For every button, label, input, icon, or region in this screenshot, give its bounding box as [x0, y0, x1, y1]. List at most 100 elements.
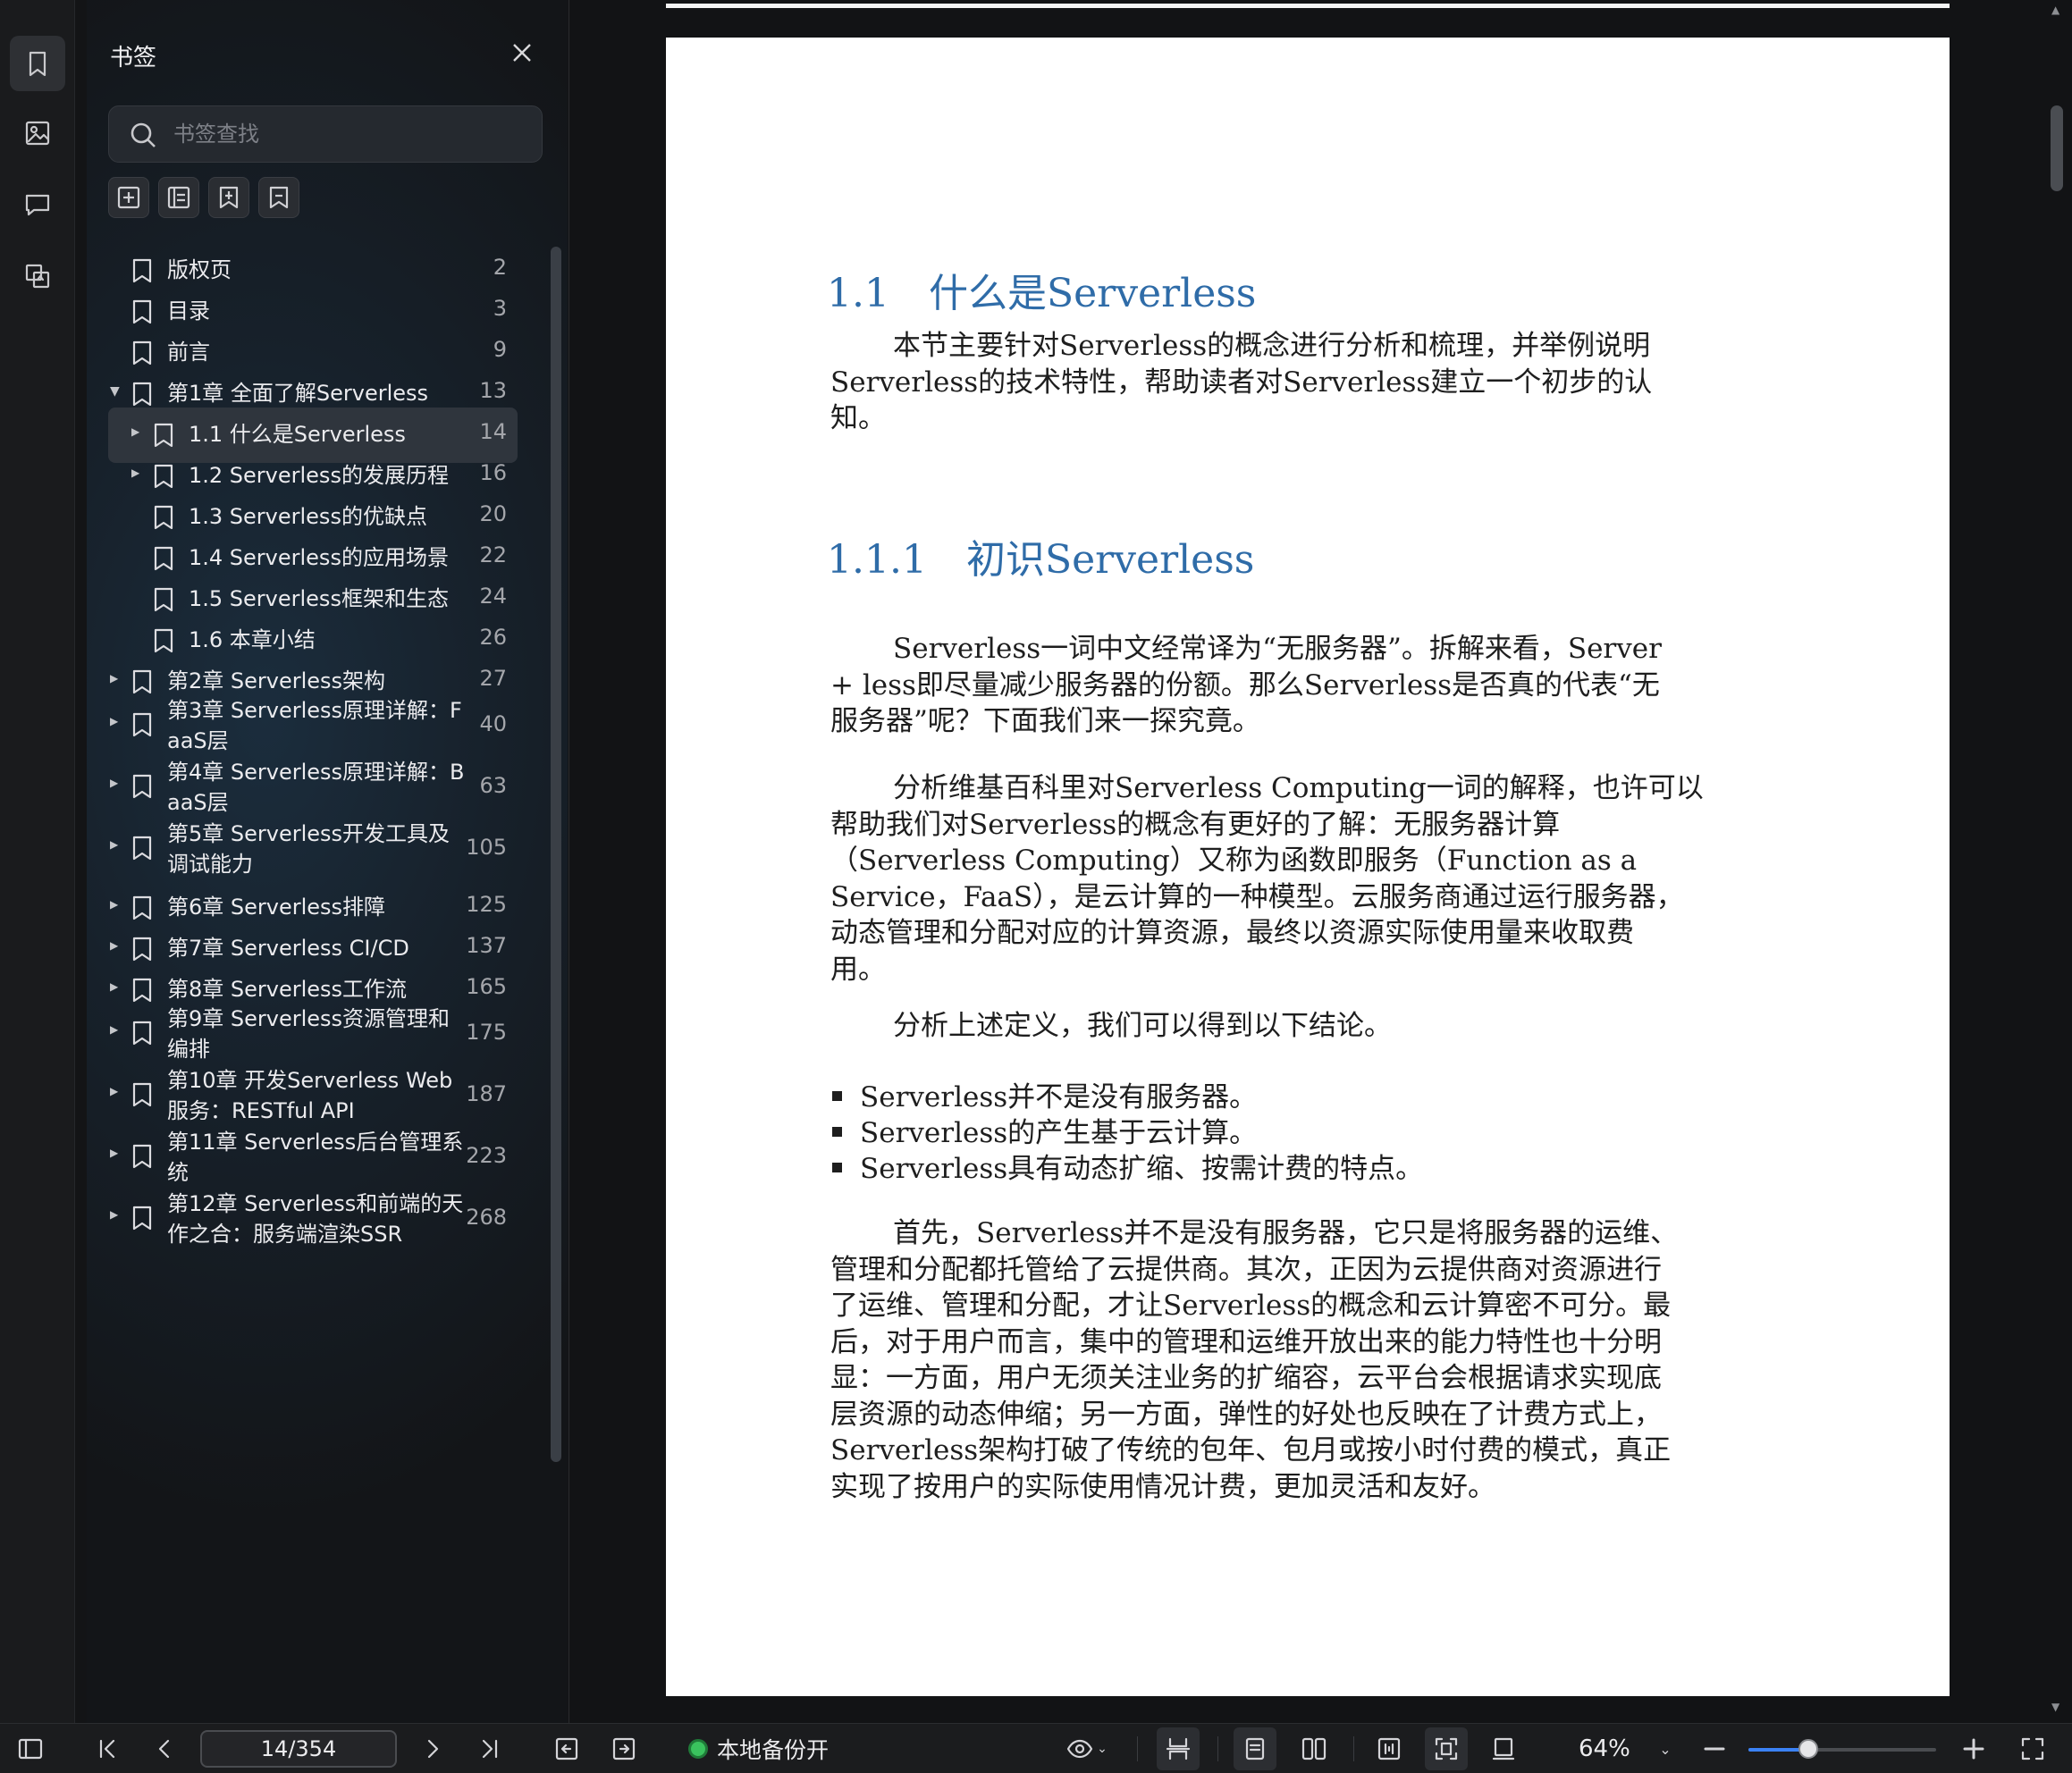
thumbnail-panel-button[interactable]: [10, 105, 65, 161]
bookmark-remove-button[interactable]: [258, 177, 299, 218]
bookmark-label: 1.6 本章小结: [189, 627, 316, 652]
expand-caret-icon[interactable]: ▶: [110, 715, 118, 727]
minus-icon: [1704, 1747, 1725, 1751]
bookmark-page-number: 3: [493, 296, 507, 321]
bookmark-remove-icon: [269, 186, 289, 209]
page-number-input[interactable]: [200, 1730, 397, 1768]
bookmark-panel-button[interactable]: [10, 36, 65, 91]
single-page-icon: [1245, 1737, 1265, 1760]
bookmark-item[interactable]: ▶ 第4章 Serverless原理详解：B aaS层 63: [108, 757, 518, 816]
double-page-icon: [1301, 1737, 1327, 1760]
fullscreen-button[interactable]: [2015, 1724, 2051, 1773]
first-page-icon: [99, 1739, 115, 1759]
expand-caret-icon[interactable]: ▶: [110, 777, 118, 789]
bookmark-search: [108, 105, 543, 163]
expand-caret-icon[interactable]: ▶: [131, 466, 139, 479]
bookmark-import-icon: [219, 186, 239, 209]
continuous-scroll-icon: [1166, 1737, 1191, 1760]
bookmark-search-input[interactable]: [173, 106, 531, 162]
last-page-button[interactable]: [472, 1724, 508, 1773]
continuous-scroll-button[interactable]: [1157, 1727, 1200, 1770]
actual-size-button[interactable]: [1482, 1724, 1525, 1773]
chevron-down-icon: ⌄: [1097, 1742, 1108, 1756]
navigate-forward-button[interactable]: [606, 1724, 642, 1773]
bookmark-item[interactable]: ▶ 第5章 Serverless开发工具及 调试能力 105: [108, 819, 518, 878]
local-backup-status[interactable]: 本地备份开: [688, 1724, 829, 1773]
list-item: Serverless并不是没有服务器。: [832, 1080, 1257, 1116]
add-child-bookmark-button[interactable]: [158, 177, 199, 218]
scroll-down-arrow[interactable]: ▼: [2051, 1701, 2059, 1713]
single-page-button[interactable]: [1234, 1727, 1276, 1770]
bookmark-icon: [131, 298, 153, 325]
zoom-slider[interactable]: [1748, 1739, 1936, 1759]
search-icon: [131, 122, 156, 147]
bookmark-label: 第1章 全面了解Serverless: [167, 381, 429, 406]
expand-caret-icon[interactable]: ▶: [110, 898, 118, 911]
navigate-back-button[interactable]: [549, 1724, 585, 1773]
double-page-button[interactable]: [1293, 1724, 1335, 1773]
toggle-sidebar-button[interactable]: [13, 1724, 48, 1773]
fit-page-button[interactable]: [1425, 1727, 1468, 1770]
sidebar-toggle-icon: [18, 1738, 43, 1760]
add-bookmark-button[interactable]: [108, 177, 149, 218]
navigate-back-icon: [555, 1737, 578, 1760]
bookmark-page-number: 40: [479, 711, 507, 736]
bookmark-scrollbar[interactable]: [551, 247, 561, 1462]
document-scrollbar-thumb[interactable]: [2051, 105, 2063, 191]
bookmark-icon: [131, 773, 153, 800]
expand-caret-icon[interactable]: ▶: [110, 672, 118, 685]
expand-caret-icon[interactable]: ▶: [110, 1023, 118, 1036]
page-extract-panel-button[interactable]: [10, 248, 65, 304]
sidebar-rail: [0, 0, 75, 1723]
scroll-up-arrow[interactable]: ▲: [2051, 4, 2059, 16]
bookmark-icon: [131, 1143, 153, 1170]
first-page-button[interactable]: [89, 1724, 125, 1773]
comment-panel-button[interactable]: [10, 177, 65, 232]
bookmark-icon: [29, 51, 46, 77]
bookmark-import-button[interactable]: [208, 177, 249, 218]
bookmark-item[interactable]: ▶ 第11章 Serverless后台管理系 统 223: [108, 1127, 518, 1186]
expand-caret-icon[interactable]: ▶: [110, 838, 118, 851]
fit-width-icon: [1377, 1737, 1401, 1760]
bookmark-page-number: 16: [479, 460, 507, 485]
bookmark-label: 第6章 Serverless排障: [167, 895, 386, 920]
bookmark-item[interactable]: ▶ 第10章 开发Serverless Web 服务：RESTful API 187: [108, 1065, 518, 1124]
bookmark-label: 第5章 Serverless开发工具及 调试能力: [167, 821, 451, 877]
add-bookmark-icon: [117, 186, 140, 209]
chevron-down-icon: ⌄: [1659, 1740, 1672, 1758]
expand-caret-icon[interactable]: ▶: [110, 1147, 118, 1159]
bookmark-item[interactable]: ▶ 第3章 Serverless原理详解：F aaS层 40: [108, 695, 518, 754]
fit-page-icon: [1435, 1737, 1458, 1760]
toolbar-divider: [1137, 1736, 1138, 1761]
bookmark-icon: [153, 504, 174, 531]
section-heading: 1.1 什么是Serverless: [827, 271, 1257, 316]
view-mode-dropdown[interactable]: ⌄: [1060, 1724, 1114, 1773]
expand-caret-open-icon[interactable]: ▼: [110, 384, 120, 399]
zoom-out-button[interactable]: [1697, 1724, 1732, 1773]
previous-page-button[interactable]: [147, 1724, 182, 1773]
bookmark-label: 第11章 Serverless后台管理系 统: [167, 1130, 464, 1185]
bookmark-item[interactable]: ▶ 第12章 Serverless和前端的天 作之合：服务端渲染SSR 268: [108, 1189, 518, 1248]
next-page-button[interactable]: [415, 1724, 451, 1773]
bookmark-page-number: 27: [479, 666, 507, 691]
expand-caret-icon[interactable]: ▶: [110, 1085, 118, 1097]
paragraph-4: 首先，Serverless并不是没有服务器，它只是将服务器的运维、 管理和分配都…: [830, 1217, 1679, 1503]
fit-width-button[interactable]: [1368, 1724, 1411, 1773]
thumbnail-icon: [25, 121, 50, 146]
zoom-in-button[interactable]: [1956, 1724, 1992, 1773]
bookmark-item[interactable]: ▶ 第9章 Serverless资源管理和 编排 175: [108, 1004, 518, 1063]
zoom-dropdown[interactable]: ⌄: [1654, 1724, 1677, 1773]
expand-caret-icon[interactable]: ▶: [110, 939, 118, 952]
zoom-level[interactable]: 64%: [1579, 1724, 1630, 1773]
close-panel-button[interactable]: [509, 39, 535, 66]
expand-caret-icon[interactable]: ▶: [110, 1208, 118, 1221]
bookmark-page-number: 187: [466, 1081, 507, 1106]
bookmark-label: 第3章 Serverless原理详解：F aaS层: [167, 698, 462, 753]
expand-caret-icon[interactable]: ▶: [131, 425, 139, 438]
expand-caret-icon[interactable]: ▶: [110, 980, 118, 993]
backup-status-icon: [688, 1739, 708, 1759]
bookmark-icon: [131, 835, 153, 861]
bookmark-page-number: 2: [493, 255, 507, 280]
bookmark-icon: [131, 895, 153, 921]
zoom-slider-handle[interactable]: [1798, 1739, 1819, 1759]
